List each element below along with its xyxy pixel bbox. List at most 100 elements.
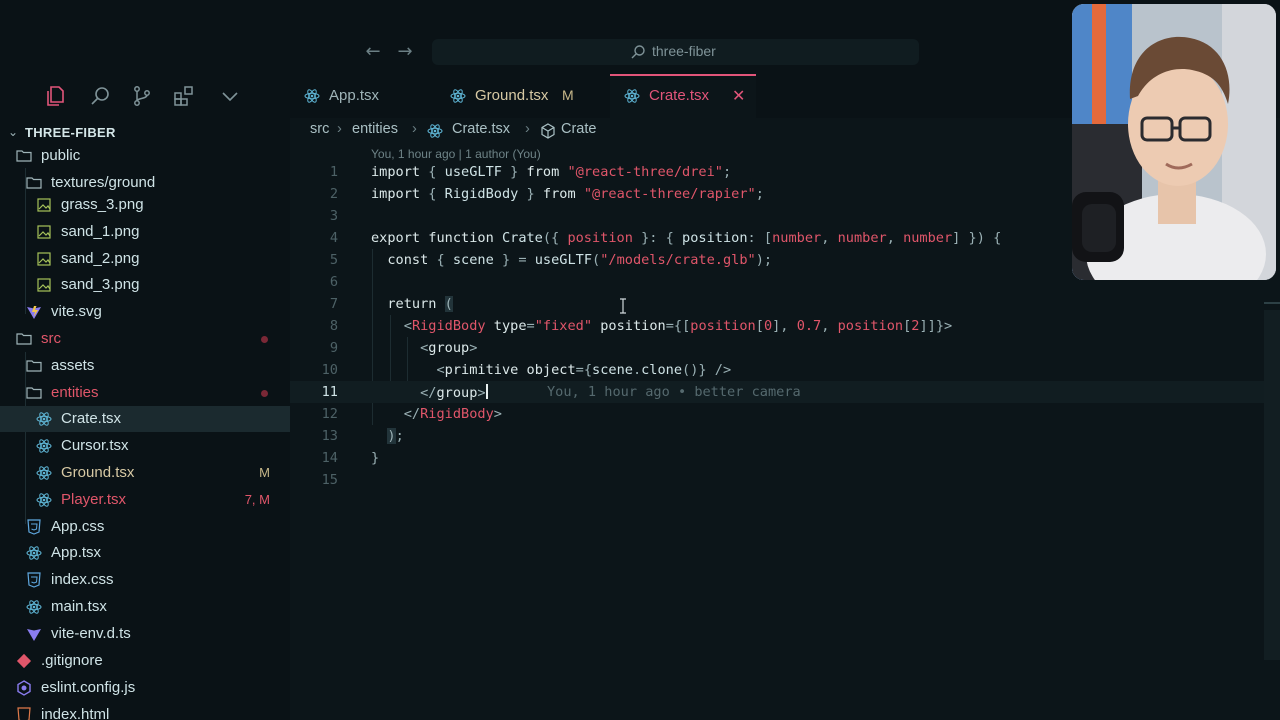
tree-item-index-html[interactable]: index.html	[0, 702, 290, 720]
tree-item-label: main.tsx	[51, 598, 107, 615]
folder-icon	[26, 177, 42, 189]
line-number: 4	[329, 230, 338, 246]
error-dot	[261, 336, 268, 343]
arrow-left-icon[interactable]: ←	[361, 40, 385, 64]
workspace-title: THREE-FIBER	[25, 125, 116, 140]
tree-item-crate-tsx[interactable]: Crate.tsx	[0, 406, 290, 432]
tree-item-assets[interactable]: assets	[0, 353, 290, 379]
breadcrumb-src[interactable]: src	[310, 121, 329, 137]
tree-item-label: index.css	[51, 571, 114, 588]
search-icon	[631, 45, 645, 59]
react-icon	[36, 466, 52, 480]
chevron-right-icon: ›	[412, 121, 417, 137]
line-number: 12	[321, 406, 338, 422]
code-line-current: 11 </group> You, 1 hour ago • better cam…	[290, 381, 1280, 403]
line-number: 10	[321, 362, 338, 378]
tree-item-label: App.tsx	[51, 544, 102, 561]
tree-item-label: public	[41, 147, 81, 164]
tree-item-label: sand_3.png	[61, 276, 140, 293]
line-number: 15	[321, 472, 338, 488]
extensions-icon[interactable]	[172, 84, 196, 108]
tree-item-app-tsx[interactable]: App.tsx	[0, 540, 290, 566]
chevron-down-icon: ⌄	[8, 125, 19, 139]
tab-label: Crate.tsx	[649, 87, 710, 104]
tree-item-eslint-config[interactable]: eslint.config.js	[0, 675, 290, 701]
command-center[interactable]: three-fiber	[432, 39, 919, 65]
tree-item-label: eslint.config.js	[41, 679, 136, 696]
code-text: </RigidBody>	[403, 406, 502, 422]
tree-item-cursor-tsx[interactable]: Cursor.tsx	[0, 433, 290, 459]
tree-item-label: vite.svg	[51, 303, 102, 320]
code-line: 12 </RigidBody>	[290, 403, 1280, 425]
tree-item-entities[interactable]: entities	[0, 380, 290, 406]
text-cursor	[485, 384, 488, 399]
tree-item-index-css[interactable]: index.css	[0, 567, 290, 593]
react-icon	[624, 89, 640, 103]
code-text: <primitive object={scene.clone()} />	[436, 362, 732, 378]
tree-item-sand-2[interactable]: sand_2.png	[0, 246, 290, 272]
code-line: 10 <primitive object={scene.clone()} />	[290, 359, 1280, 381]
eslint-icon	[17, 680, 31, 696]
breadcrumb-symbol[interactable]: Crate	[561, 121, 596, 137]
tree-item-sand-3[interactable]: sand_3.png	[0, 272, 290, 298]
chevron-right-icon: ›	[337, 121, 342, 137]
code-text: <RigidBody type="fixed" position={[posit…	[403, 318, 953, 334]
tree-item-label: .gitignore	[41, 652, 103, 669]
activity-bar	[0, 74, 290, 118]
folder-icon	[16, 150, 32, 162]
source-control-icon[interactable]	[130, 84, 154, 108]
tab-app-tsx[interactable]: App.tsx	[290, 74, 440, 118]
explorer-icon[interactable]	[44, 84, 68, 108]
vite-icon	[27, 306, 41, 319]
code-line: 15	[290, 469, 1280, 491]
code-text: </group>	[420, 384, 488, 401]
line-number: 8	[329, 318, 338, 334]
search-icon[interactable]	[88, 84, 112, 108]
css-icon	[27, 519, 41, 535]
tab-ground-tsx[interactable]: Ground.tsx M	[440, 74, 610, 118]
problem-count-badge: 7, M	[244, 492, 270, 507]
tree-item-src[interactable]: src	[0, 326, 290, 352]
tree-item-main-tsx[interactable]: main.tsx	[0, 594, 290, 620]
tree-item-vite-env[interactable]: vite-env.d.ts	[0, 621, 290, 647]
code-text: );	[387, 428, 404, 444]
text-cursor-icon	[620, 298, 626, 314]
tree-item-public[interactable]: public	[0, 143, 290, 169]
explorer-header[interactable]: ⌄ THREE-FIBER	[0, 121, 290, 145]
tree-item-vite-svg[interactable]: vite.svg	[0, 299, 290, 325]
image-file-icon	[37, 225, 51, 239]
chevron-down-icon[interactable]	[218, 84, 242, 108]
tab-crate-tsx[interactable]: Crate.tsx ✕	[610, 74, 756, 118]
tree-item-label: Cursor.tsx	[61, 437, 129, 454]
tree-item-player-tsx[interactable]: Player.tsx 7, M	[0, 487, 290, 513]
tree-item-ground-tsx[interactable]: Ground.tsx M	[0, 460, 290, 486]
react-icon	[26, 546, 42, 560]
editor-scrollbar[interactable]	[1264, 310, 1280, 660]
tree-item-label: vite-env.d.ts	[51, 625, 131, 642]
tree-item-label: index.html	[41, 706, 110, 720]
tree-item-sand-1[interactable]: sand_1.png	[0, 219, 290, 245]
codelens-blame[interactable]: You, 1 hour ago | 1 author (You)	[371, 147, 541, 161]
folder-icon	[26, 387, 42, 399]
html-icon	[17, 707, 31, 720]
tree-item-label: sand_2.png	[61, 250, 140, 267]
react-icon	[427, 124, 443, 138]
tree-item-grass-3[interactable]: grass_3.png	[0, 192, 290, 218]
code-line: 14 }	[290, 447, 1280, 469]
vite-icon	[27, 629, 41, 641]
chevron-right-icon: ›	[525, 121, 530, 137]
close-icon[interactable]: ✕	[732, 86, 745, 106]
breadcrumb-file[interactable]: Crate.tsx	[452, 121, 510, 137]
arrow-right-icon[interactable]: →	[393, 40, 417, 64]
image-file-icon	[37, 252, 51, 266]
error-dot	[261, 390, 268, 397]
react-icon	[36, 412, 52, 426]
image-file-icon	[37, 278, 51, 292]
tab-label: Ground.tsx	[475, 87, 549, 104]
breadcrumb-entities[interactable]: entities	[352, 121, 398, 137]
tree-item-gitignore[interactable]: .gitignore	[0, 648, 290, 674]
tree-item-app-css[interactable]: App.css	[0, 514, 290, 540]
code-line: 9 <group>	[290, 337, 1280, 359]
scrollbar-marker	[1264, 302, 1280, 304]
line-number: 9	[329, 340, 338, 356]
